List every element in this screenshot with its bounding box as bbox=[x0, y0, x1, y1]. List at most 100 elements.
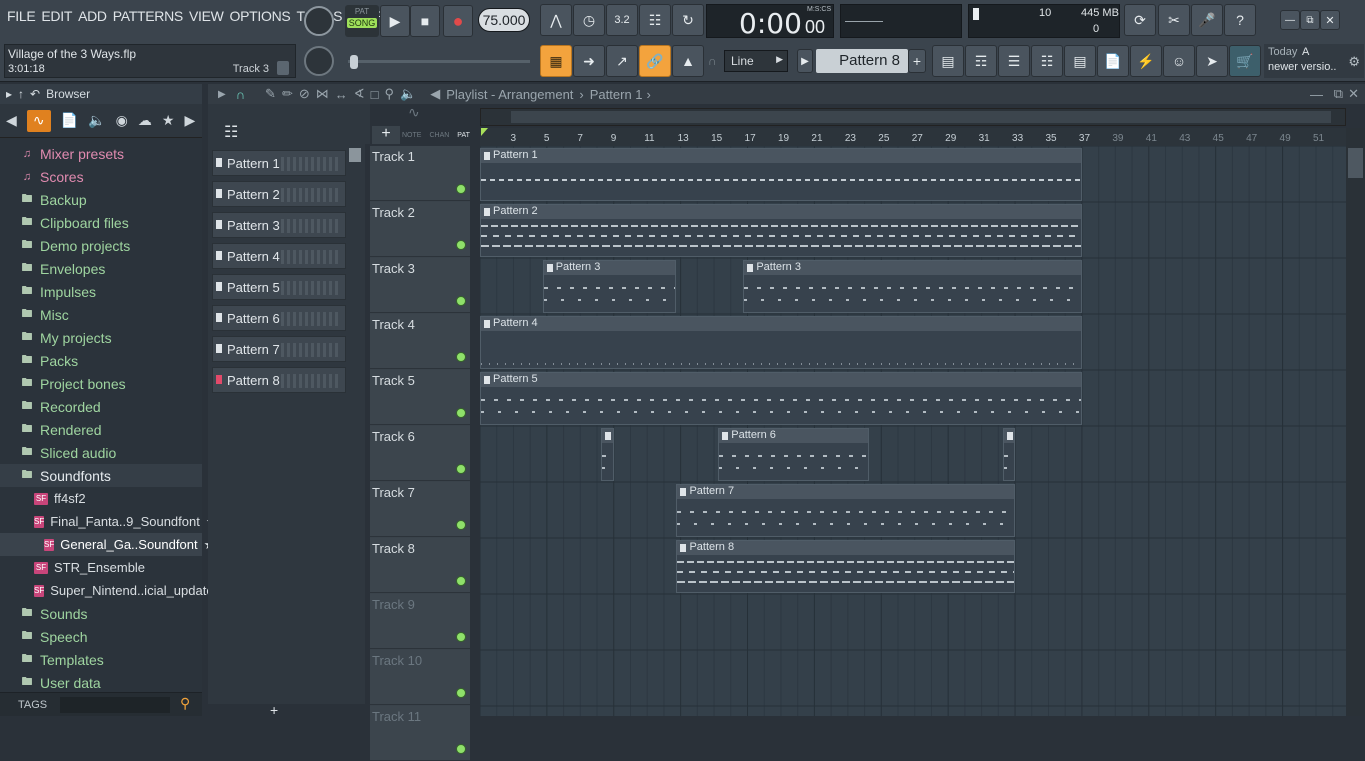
stop-button[interactable]: ■ bbox=[410, 5, 440, 37]
performance-button[interactable]: ☺ bbox=[1163, 45, 1195, 77]
track-header[interactable]: Track 11 bbox=[370, 706, 470, 761]
expand-icon[interactable]: ▸ bbox=[6, 87, 12, 101]
tab-speaker-icon[interactable]: 🔈 bbox=[88, 112, 105, 129]
pattern-item[interactable]: Pattern 6 bbox=[212, 305, 346, 331]
browser-item[interactable]: SF Super_Nintend..icial_update bbox=[0, 579, 214, 602]
countdown-button[interactable]: 3.2 bbox=[606, 4, 638, 36]
playlist-crumb[interactable]: Pattern 1 bbox=[590, 87, 643, 102]
slider-handle[interactable] bbox=[350, 55, 358, 69]
scroll-thumb[interactable] bbox=[511, 111, 1331, 123]
pencil-icon[interactable]: ✎ bbox=[265, 86, 276, 102]
plugin-button[interactable]: ⚡ bbox=[1130, 45, 1162, 77]
slip-icon[interactable]: ↔ bbox=[335, 87, 348, 102]
pattern-arrow-button[interactable]: ▶ bbox=[797, 49, 813, 73]
note-tool-icon[interactable]: ∿ bbox=[408, 104, 420, 121]
track-mute-led[interactable] bbox=[456, 240, 466, 250]
browser-item[interactable]: 🖿 Project bones bbox=[0, 372, 202, 395]
browser-item[interactable]: 🖿 Packs bbox=[0, 349, 202, 372]
filter-chan[interactable]: CHAN bbox=[429, 132, 449, 144]
send-button[interactable]: ➤ bbox=[1196, 45, 1228, 77]
play-button[interactable]: ▶ bbox=[380, 5, 410, 37]
browser-item[interactable]: 🖿 Envelopes bbox=[0, 257, 202, 280]
browser-item[interactable]: 🖿 Demo projects bbox=[0, 234, 202, 257]
tag-search-input[interactable] bbox=[60, 697, 170, 713]
tempo-display[interactable]: 75.000 bbox=[478, 8, 530, 32]
browser-item[interactable]: 🖿 Templates bbox=[0, 648, 202, 671]
playlist-clip[interactable]: Pattern 3 bbox=[743, 260, 1082, 313]
master-volume-knob[interactable] bbox=[304, 6, 334, 36]
menu-view[interactable]: VIEW bbox=[186, 8, 227, 24]
playlist-clip[interactable]: Pattern 1 bbox=[480, 148, 1082, 201]
master-pitch-knob[interactable] bbox=[304, 46, 334, 76]
playlist-clip[interactable]: Pattern 8 bbox=[676, 540, 1016, 593]
panel-minimize-icon[interactable]: — bbox=[1310, 87, 1323, 102]
track-header[interactable]: Track 8 bbox=[370, 538, 470, 593]
track-header[interactable]: Track 2 bbox=[370, 202, 470, 257]
arrangement-grid[interactable]: Pattern 1 Pattern 2 Pattern 3 Pattern 3 Patt… bbox=[480, 146, 1346, 716]
browser-item[interactable]: 🖿 Speech bbox=[0, 625, 202, 648]
panel-close-icon[interactable]: ✕ bbox=[1348, 86, 1359, 102]
vertical-scrollbar[interactable] bbox=[1346, 128, 1365, 716]
pat-song-switch[interactable]: PAT SONG bbox=[345, 5, 379, 37]
pattern-item[interactable]: Pattern 7 bbox=[212, 336, 346, 362]
track-mute-led[interactable] bbox=[456, 520, 466, 530]
snap-link-button[interactable]: 🔗 bbox=[639, 45, 671, 77]
track-header[interactable]: Track 4 bbox=[370, 314, 470, 369]
track-mute-led[interactable] bbox=[456, 352, 466, 362]
minimize-button[interactable]: — bbox=[1280, 10, 1300, 30]
select-icon[interactable]: □ bbox=[371, 87, 379, 102]
playlist-clip[interactable]: Pattern 3 bbox=[542, 260, 677, 313]
zoom-icon[interactable]: ⚲ bbox=[385, 86, 395, 102]
loop-record-button[interactable]: ↻ bbox=[672, 4, 704, 36]
menu-file[interactable]: FILE bbox=[4, 8, 38, 24]
track-header[interactable]: Track 9 bbox=[370, 594, 470, 649]
browser-item[interactable]: 🖿 Backup bbox=[0, 188, 202, 211]
magnet-tool-icon[interactable]: ∩ bbox=[236, 87, 245, 102]
typing-keyboard-button[interactable]: ▲ bbox=[672, 45, 704, 77]
shop-button[interactable]: 🛒 bbox=[1229, 45, 1261, 77]
restore-button[interactable]: ⧉ bbox=[1300, 10, 1320, 30]
browser-item[interactable]: 🖿 Rendered bbox=[0, 418, 202, 441]
undo-history-button[interactable]: ⟳ bbox=[1124, 4, 1156, 36]
menu-edit[interactable]: EDIT bbox=[38, 8, 75, 24]
browser-item[interactable]: SFGeneral_Ga..Soundfont★ bbox=[0, 533, 215, 556]
piano-icon[interactable]: ☷ bbox=[224, 122, 238, 142]
pattern-item[interactable]: Pattern 8 bbox=[212, 367, 346, 393]
track-mute-led[interactable] bbox=[456, 408, 466, 418]
tags-label[interactable]: TAGS bbox=[18, 699, 47, 711]
horizontal-scrollbar[interactable] bbox=[480, 108, 1346, 126]
mixer-faders-button[interactable]: ☷ bbox=[1031, 45, 1063, 77]
menu-add[interactable]: ADD bbox=[75, 8, 110, 24]
back-icon[interactable]: ↶ bbox=[30, 87, 40, 101]
add-pattern-button[interactable]: + bbox=[908, 49, 926, 73]
playlist-clip[interactable]: Pattern 6 bbox=[718, 428, 869, 481]
playlist-clip[interactable] bbox=[1002, 428, 1016, 481]
pattern-item[interactable]: Pattern 1 bbox=[212, 150, 346, 176]
tab-files-icon[interactable]: 📄 bbox=[61, 112, 78, 129]
track-mute-led[interactable] bbox=[456, 632, 466, 642]
track-header[interactable]: Track 7 bbox=[370, 482, 470, 537]
browser-item[interactable]: ♫ Scores bbox=[0, 165, 202, 188]
tab-right-icon[interactable]: ▶ bbox=[184, 112, 195, 129]
browser-item[interactable]: 🖿 My projects bbox=[0, 326, 202, 349]
pattern-item[interactable]: Pattern 2 bbox=[212, 181, 346, 207]
browser-item[interactable]: 🖿 Sounds bbox=[0, 602, 202, 625]
track-mute-led[interactable] bbox=[456, 296, 466, 306]
add-track-button[interactable]: + bbox=[372, 126, 400, 144]
playlist-clip[interactable]: Pattern 7 bbox=[676, 484, 1016, 537]
track-mute-led[interactable] bbox=[456, 576, 466, 586]
paint-icon[interactable]: ✏ bbox=[282, 86, 293, 102]
playlist-clip[interactable]: Pattern 2 bbox=[480, 204, 1082, 257]
cut-button[interactable]: ✂ bbox=[1158, 4, 1190, 36]
search-icon[interactable]: ⚲ bbox=[180, 695, 190, 712]
track-header[interactable]: Track 6 bbox=[370, 426, 470, 481]
track-header[interactable]: Track 1 bbox=[370, 146, 470, 201]
mixer-button[interactable]: ▤ bbox=[932, 45, 964, 77]
track-mute-led[interactable] bbox=[456, 688, 466, 698]
snap-select[interactable]: Line ▶ bbox=[724, 50, 788, 72]
wait-input-button[interactable]: ◷ bbox=[573, 4, 605, 36]
pattern-item[interactable]: Pattern 3 bbox=[212, 212, 346, 238]
browser-item[interactable]: SFFinal_Fanta..9_Soundfont★ bbox=[0, 510, 218, 533]
track-header[interactable]: Track 10 bbox=[370, 650, 470, 705]
tab-left-icon[interactable]: ◀ bbox=[6, 112, 17, 129]
